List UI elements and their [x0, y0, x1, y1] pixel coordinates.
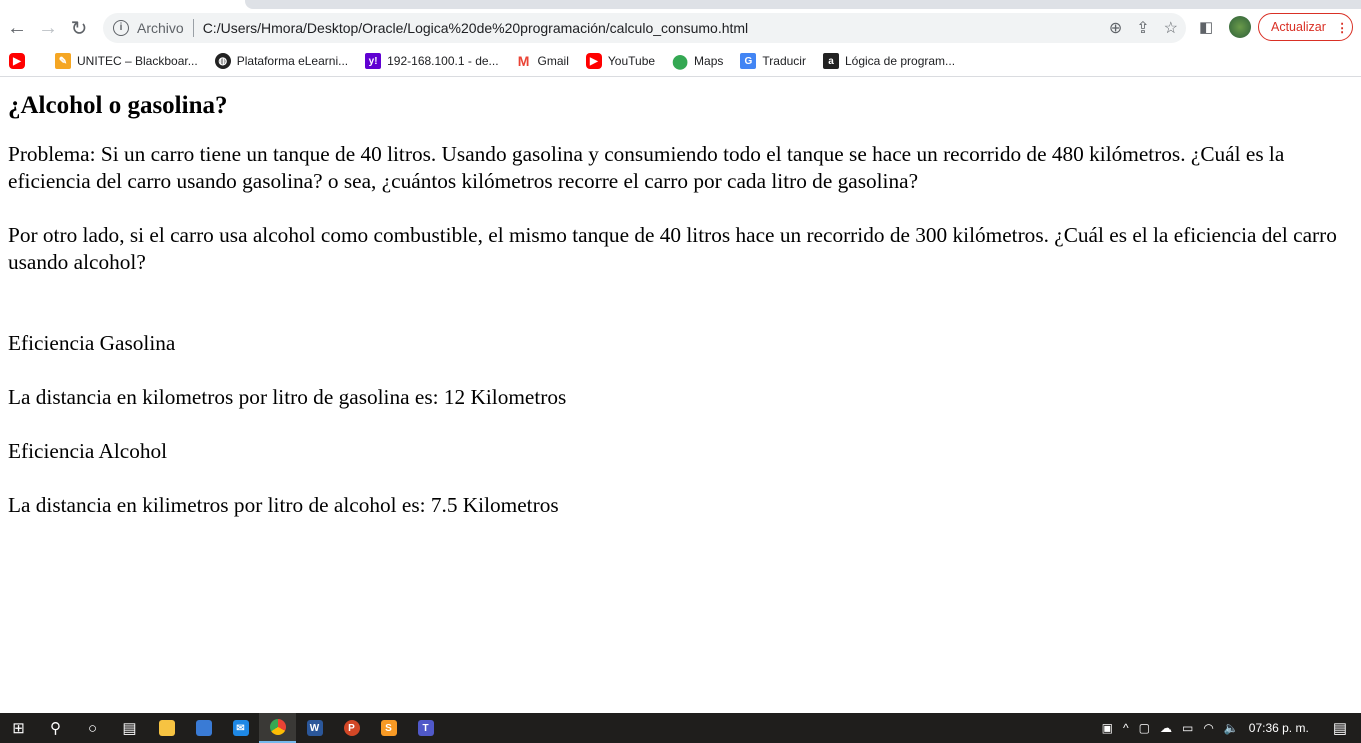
windows-start-icon[interactable]: ⊞ — [0, 713, 37, 743]
mail-icon[interactable]: ✉ — [222, 713, 259, 743]
bookmark-label: 192-168.100.1 - de... — [387, 54, 499, 68]
avatar[interactable] — [1229, 16, 1251, 38]
problem-paragraph: Problema: Si un carro tiene un tanque de… — [8, 142, 1285, 193]
bookmark-label: UNITEC – Blackboar... — [77, 54, 198, 68]
update-button[interactable]: Actualizar ⋮ — [1258, 13, 1353, 41]
bookmark[interactable]: ▶ YouTube — [585, 53, 656, 69]
zoom-icon[interactable]: ⊕ — [1109, 18, 1122, 38]
tab-background — [245, 0, 1361, 9]
divider — [192, 19, 194, 37]
volume-icon[interactable]: 🔈 — [1224, 721, 1239, 735]
bookmark[interactable]: a Lógica de program... — [822, 53, 956, 69]
side-panel-icon[interactable]: ◧ — [1199, 18, 1213, 36]
bookmark-label: Lógica de program... — [844, 54, 956, 68]
gas-heading: Eficiencia Gasolina — [8, 331, 176, 355]
maps-icon: ⬤ — [672, 52, 688, 69]
pencil-icon: ✎ — [55, 53, 71, 69]
bookmark[interactable]: y! 192-168.100.1 - de... — [365, 53, 499, 69]
bookmark-label: Plataforma eLearni... — [236, 54, 349, 68]
bookmark[interactable]: G Traducir — [740, 53, 806, 69]
bookmark[interactable]: ✎ UNITEC – Blackboar... — [55, 53, 198, 69]
onedrive-icon[interactable]: ☁ — [1160, 721, 1172, 735]
bookmark[interactable]: ◍ Plataforma eLearni... — [214, 53, 349, 69]
bookmark[interactable]: ▶ — [9, 53, 25, 69]
url-text[interactable]: C:/Users/Hmora/Desktop/Oracle/Logica%20d… — [203, 20, 748, 36]
word-icon[interactable]: W — [296, 713, 333, 743]
page-title: ¿Alcohol o gasolina? — [8, 92, 228, 119]
notifications-icon[interactable]: ▤ — [1333, 719, 1347, 737]
share-icon[interactable]: ⇪ — [1136, 18, 1149, 38]
news-icon[interactable]: ▣ — [1102, 721, 1113, 735]
forward-button[interactable]: → — [34, 14, 62, 42]
back-button[interactable]: ← — [3, 14, 31, 42]
powerpoint-icon[interactable]: P — [333, 713, 370, 743]
reload-button[interactable]: ↻ — [65, 14, 93, 42]
tab-strip — [0, 0, 1361, 10]
sublime-icon[interactable]: S — [370, 713, 407, 743]
info-icon[interactable]: i — [113, 20, 129, 36]
wifi-icon[interactable]: ◠ — [1203, 721, 1213, 735]
address-bar[interactable]: i Archivo C:/Users/Hmora/Desktop/Oracle/… — [103, 13, 1186, 43]
academia-icon: a — [822, 53, 839, 69]
gmail-icon: M — [517, 53, 530, 69]
battery-icon[interactable]: ▭ — [1182, 721, 1193, 735]
update-label: Actualizar — [1271, 20, 1326, 34]
camera-icon[interactable]: ▢ — [1139, 721, 1150, 735]
alcohol-heading: Eficiencia Alcohol — [8, 439, 168, 463]
file-explorer-icon[interactable] — [148, 713, 185, 743]
taskbar: ⊞ ⚲ ○ ▤ ✉ W P S T ▣ ^ ▢ ☁ ▭ ◠ 🔈 07:36 p.… — [0, 713, 1361, 743]
system-tray: ▣ ^ ▢ ☁ ▭ ◠ 🔈 07:36 p. m. ▤ — [1102, 719, 1361, 737]
cortana-icon[interactable]: ○ — [74, 713, 111, 743]
bookmark-label: Traducir — [762, 54, 806, 68]
page-content: ¿Alcohol o gasolina? Problema: Si un car… — [0, 78, 1361, 713]
chrome-icon[interactable] — [259, 713, 296, 743]
bookmark-label: Maps — [694, 54, 724, 68]
youtube-icon: ▶ — [9, 53, 25, 69]
bookmark[interactable]: M Gmail — [516, 53, 569, 69]
alcohol-result: La distancia en kilimetros por litro de … — [8, 493, 559, 517]
bookmark-label: Gmail — [537, 54, 569, 68]
chevron-up-icon[interactable]: ^ — [1123, 721, 1129, 735]
search-icon[interactable]: ⚲ — [37, 713, 74, 743]
menu-icon: ⋮ — [1335, 20, 1349, 35]
yahoo-icon: y! — [365, 53, 382, 69]
globe-icon: ◍ — [214, 53, 231, 69]
star-icon[interactable]: ☆ — [1164, 18, 1178, 38]
teams-icon[interactable]: T — [407, 713, 444, 743]
alcohol-paragraph: Por otro lado, si el carro usa alcohol c… — [8, 223, 1337, 274]
youtube-icon: ▶ — [585, 53, 602, 69]
bookmark[interactable]: ⬤ Maps — [672, 53, 723, 69]
store-icon[interactable] — [185, 713, 222, 743]
browser-toolbar: ← → ↻ i Archivo C:/Users/Hmora/Desktop/O… — [0, 10, 1361, 46]
security-label: Archivo — [137, 20, 184, 36]
bookmarks-bar: ▶ ✎ UNITEC – Blackboar... ◍ Plataforma eLe… — [0, 46, 1361, 77]
clock[interactable]: 07:36 p. m. — [1249, 721, 1309, 735]
bookmark-label: YouTube — [607, 54, 656, 68]
task-view-icon[interactable]: ▤ — [111, 713, 148, 743]
translate-icon: G — [740, 53, 757, 69]
gas-result: La distancia en kilometros por litro de … — [8, 385, 567, 409]
